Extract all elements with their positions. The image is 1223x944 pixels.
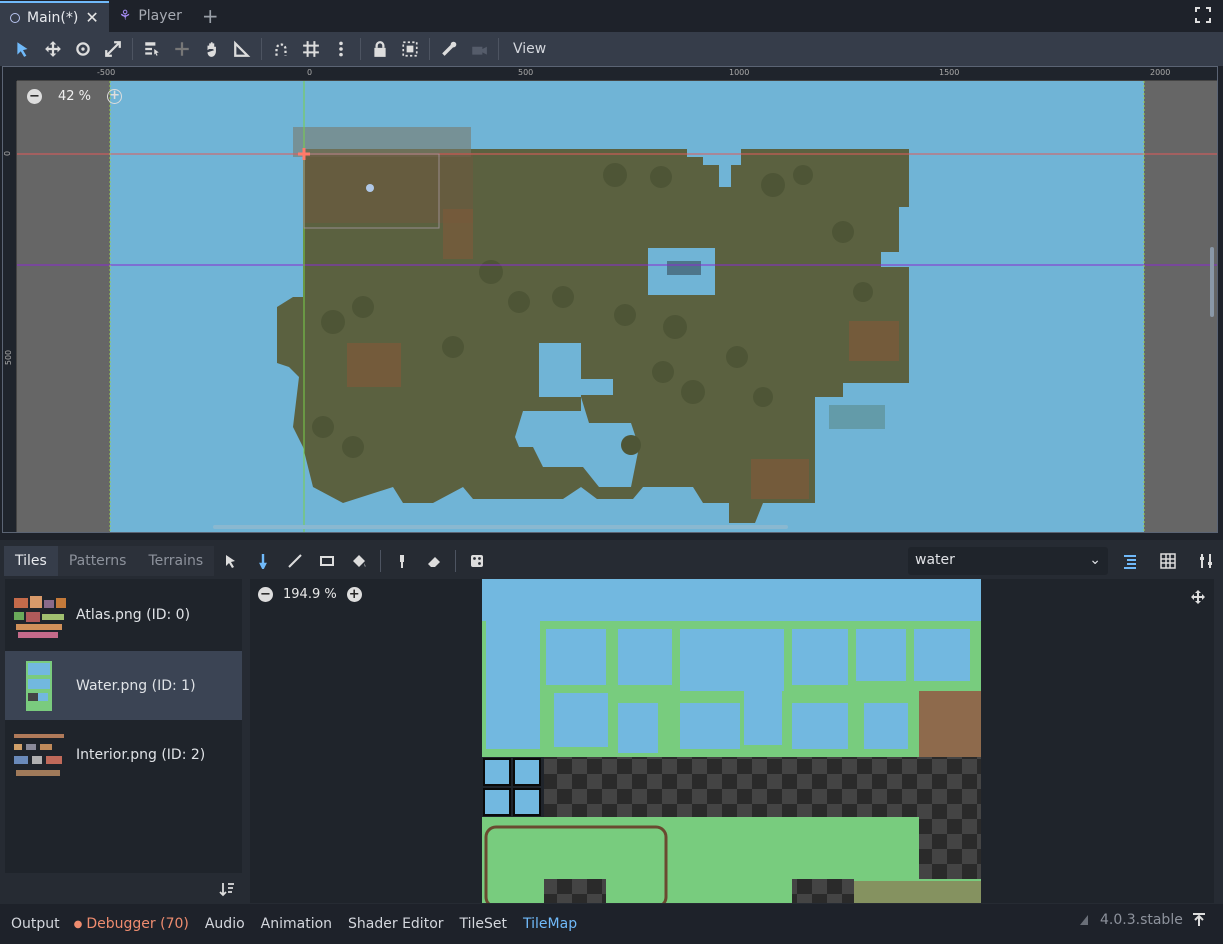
more-options-icon[interactable]: [326, 34, 356, 64]
scene-circle-icon: [10, 12, 20, 23]
toolbar-separator: [429, 38, 430, 60]
canvas-viewport[interactable]: -500 0 500 1000 1500 2000 0 500 − 42 % +: [2, 66, 1218, 533]
source-label: Interior.png (ID: 2): [76, 747, 206, 763]
tilemap-tab[interactable]: TileMap: [515, 916, 585, 932]
eraser-tool-icon[interactable]: [419, 549, 449, 573]
version-label: 4.0.3.stable: [1100, 912, 1183, 928]
interior-thumbnail: [10, 726, 68, 784]
tab-terrains[interactable]: Terrains: [137, 546, 215, 576]
view-menu-button[interactable]: View: [503, 41, 556, 57]
pivot-tool-icon[interactable]: [167, 34, 197, 64]
atlas-thumbnail: [10, 586, 68, 644]
source-item[interactable]: Atlas.png (ID: 0): [5, 582, 242, 648]
grid-snap-icon[interactable]: [296, 34, 326, 64]
list-select-icon[interactable]: [137, 34, 167, 64]
zoom-out-icon[interactable]: −: [258, 587, 273, 602]
scale-tool-icon[interactable]: [98, 34, 128, 64]
skeleton-icon[interactable]: [434, 34, 464, 64]
rect-tool-icon[interactable]: [312, 549, 342, 573]
zoom-in-icon[interactable]: +: [107, 89, 123, 104]
tool-settings-icon[interactable]: [1191, 549, 1221, 573]
animation-tab[interactable]: Animation: [253, 916, 340, 932]
zoom-in-icon[interactable]: +: [346, 587, 362, 602]
select-tool-icon[interactable]: [216, 549, 246, 573]
toolbar-separator: [498, 38, 499, 60]
ruler-tool-icon[interactable]: [227, 34, 257, 64]
tab-player-scene[interactable]: ⚘ Player: [109, 0, 192, 32]
tilemap-layer-select[interactable]: water ⌄: [908, 547, 1108, 575]
player-node-icon: ⚘: [118, 8, 132, 24]
tab-player-label: Player: [138, 8, 182, 24]
output-tab[interactable]: Output: [0, 916, 68, 932]
random-tile-icon[interactable]: [462, 549, 492, 573]
tilemap-tabs: Tiles Patterns Terrains: [4, 546, 215, 576]
paint-tool-icon[interactable]: [248, 549, 278, 573]
shader-editor-tab[interactable]: Shader Editor: [340, 916, 451, 932]
highlight-layer-icon[interactable]: [1115, 549, 1145, 573]
sort-icon[interactable]: [219, 881, 235, 897]
camera-override-icon[interactable]: [464, 34, 494, 64]
toolbar-separator: [261, 38, 262, 60]
toolbar-separator: [360, 38, 361, 60]
atlas-view[interactable]: − 194.9 % +: [250, 579, 1214, 903]
toolbar-separator: [132, 38, 133, 60]
atlas-zoom-widget: − 194.9 % +: [258, 587, 362, 602]
water-thumbnail: [10, 657, 68, 715]
panel-right-tools: [1115, 549, 1221, 573]
editor-tab-bar: Main(*) ✕ ⚘ Player +: [0, 0, 1223, 32]
tab-main-label: Main(*): [27, 9, 79, 26]
tileset-tab[interactable]: TileSet: [452, 916, 516, 932]
tile-paint-tools: [216, 549, 492, 573]
debugger-tab[interactable]: Debugger (70): [82, 916, 196, 932]
source-label: Water.png (ID: 1): [76, 677, 196, 694]
source-label: Atlas.png (ID: 0): [76, 607, 191, 623]
pan-tool-icon[interactable]: [197, 34, 227, 64]
lock-icon[interactable]: [365, 34, 395, 64]
canvas-toolbar: View: [0, 32, 1223, 66]
chevron-down-icon: ⌄: [1089, 552, 1101, 568]
bottom-panel-bar: Output ● Debugger (70) Audio Animation S…: [0, 904, 1223, 944]
tab-patterns[interactable]: Patterns: [57, 546, 138, 576]
grid-toggle-icon[interactable]: [1153, 549, 1183, 573]
audio-tab[interactable]: Audio: [197, 916, 253, 932]
island-tilemap: [17, 81, 1217, 532]
move-tool-icon[interactable]: [38, 34, 68, 64]
distraction-free-icon[interactable]: [1195, 7, 1211, 23]
update-spinner-icon[interactable]: [1078, 913, 1090, 927]
close-icon[interactable]: ✕: [85, 8, 98, 27]
select-tool-icon[interactable]: [8, 34, 38, 64]
zoom-level[interactable]: 42 %: [58, 89, 91, 104]
center-view-icon[interactable]: [1190, 589, 1206, 609]
smart-snap-icon[interactable]: [266, 34, 296, 64]
rotate-tool-icon[interactable]: [68, 34, 98, 64]
source-item[interactable]: Interior.png (ID: 2): [5, 722, 242, 788]
water-atlas-texture: [482, 579, 981, 903]
atlas-zoom-level[interactable]: 194.9 %: [283, 587, 337, 602]
bucket-tool-icon[interactable]: [344, 549, 374, 573]
debugger-warning-icon: ●: [73, 918, 83, 930]
toolbar-separator: [380, 550, 381, 572]
zoom-widget: − 42 % +: [27, 89, 123, 104]
zoom-out-icon[interactable]: −: [27, 89, 42, 104]
toolbar-separator: [455, 550, 456, 572]
tab-tiles[interactable]: Tiles: [4, 546, 58, 576]
expand-panel-icon[interactable]: [1191, 912, 1207, 928]
line-tool-icon[interactable]: [280, 549, 310, 573]
tab-main-scene[interactable]: Main(*) ✕: [0, 1, 109, 32]
tile-source-list: Atlas.png (ID: 0) Water.png (ID: 1) Inte…: [5, 579, 242, 873]
group-icon[interactable]: [395, 34, 425, 64]
picker-tool-icon[interactable]: [387, 549, 417, 573]
source-item-selected[interactable]: Water.png (ID: 1): [5, 651, 242, 720]
add-tab-button[interactable]: +: [192, 4, 229, 28]
selected-layer: water: [915, 552, 955, 568]
